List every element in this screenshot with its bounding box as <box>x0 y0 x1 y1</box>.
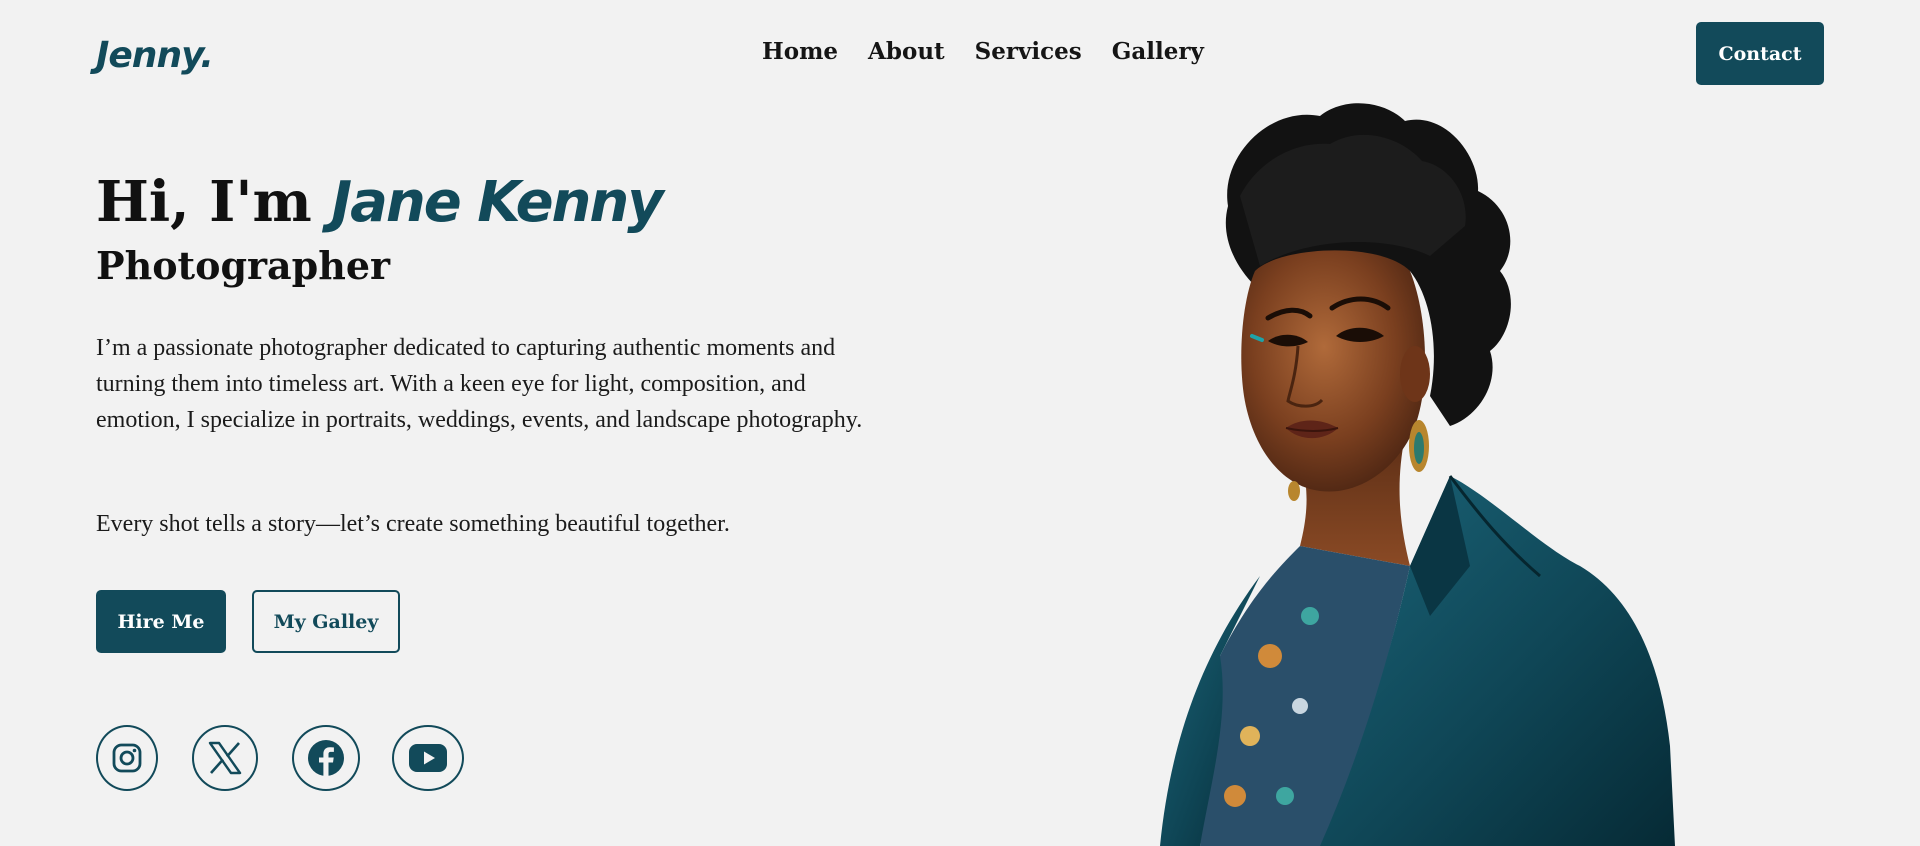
youtube-icon <box>408 743 448 773</box>
hire-me-button[interactable]: Hire Me <box>96 590 226 653</box>
nav-gallery-link[interactable]: Gallery <box>1112 36 1204 68</box>
logo[interactable]: Jenny. <box>96 32 214 80</box>
portrait-image <box>1160 103 1675 846</box>
instagram-link[interactable] <box>96 725 158 791</box>
x-icon <box>207 741 243 775</box>
facebook-icon <box>307 739 345 777</box>
hero-bio: I’m a passionate photographer dedicated … <box>96 335 863 433</box>
hero-title: Hi, I'm Jane Kenny <box>96 166 664 239</box>
my-gallery-button[interactable]: My Galley <box>252 590 400 653</box>
youtube-link[interactable] <box>392 725 464 791</box>
page: Jenny. Home About Services Gallery Conta… <box>0 0 1920 846</box>
hero-greeting: Hi, I'm <box>96 169 332 235</box>
nav-about-link[interactable]: About <box>868 36 945 68</box>
hero-subtitle: Photographer <box>96 243 391 288</box>
instagram-icon <box>111 742 143 774</box>
nav-home-link[interactable]: Home <box>762 36 838 68</box>
nav-services-link[interactable]: Services <box>975 36 1082 68</box>
hero-tagline: Every shot tells a story—let’s create so… <box>96 511 730 537</box>
main-nav: Home About Services Gallery <box>762 36 1204 68</box>
x-link[interactable] <box>192 725 258 791</box>
hero-name: Jane Kenny <box>331 170 664 235</box>
contact-button[interactable]: Contact <box>1696 22 1824 85</box>
facebook-link[interactable] <box>292 725 360 791</box>
